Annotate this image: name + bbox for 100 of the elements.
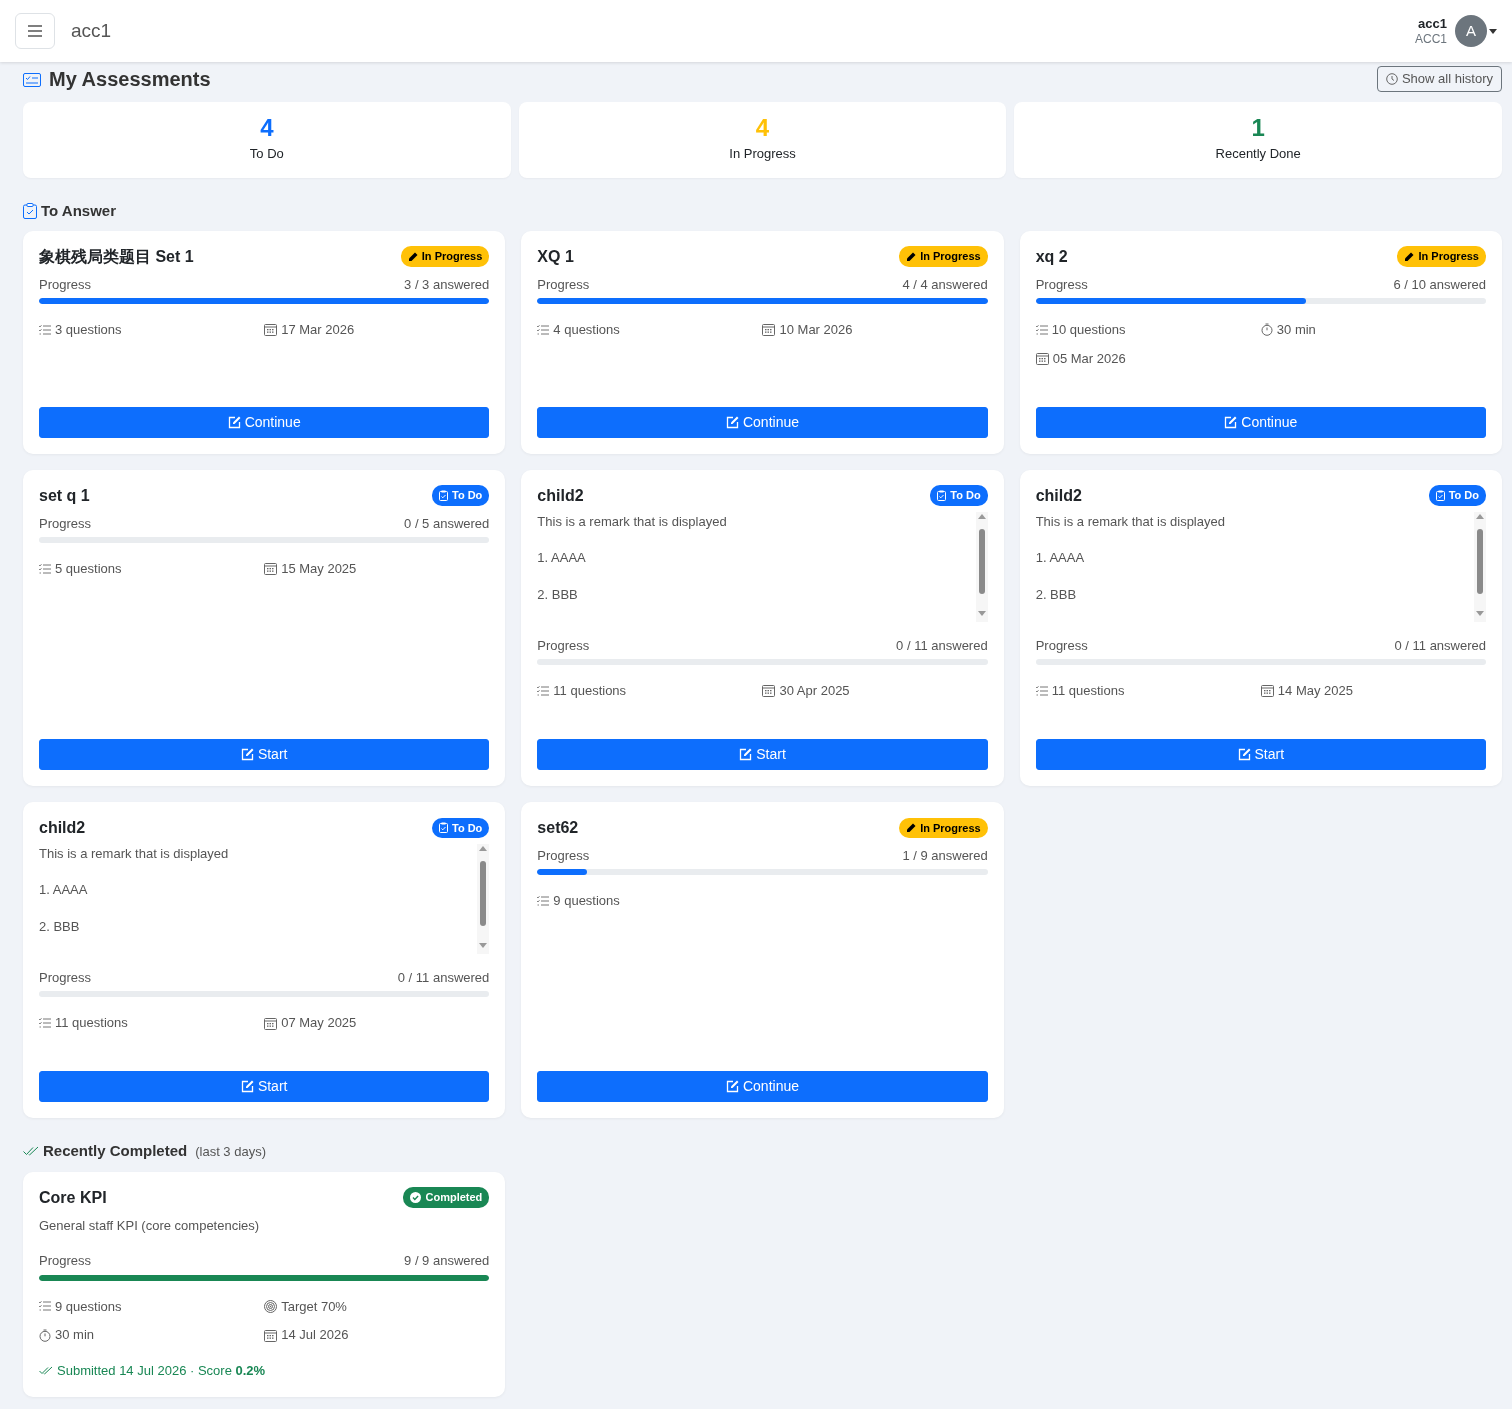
clipboard-icon <box>937 490 947 501</box>
double-check-icon <box>39 1366 53 1376</box>
answered-count: 0 / 5 answered <box>404 514 490 533</box>
card-title: child2 <box>1035 485 1082 506</box>
answered-count: 1 / 9 answered <box>902 846 988 865</box>
clipboard-icon <box>439 490 448 501</box>
pencil-icon <box>1404 251 1415 262</box>
scrollbar[interactable] <box>477 843 490 954</box>
meta-text: 3 questions <box>55 321 122 339</box>
meta-text: 9 questions <box>553 892 620 911</box>
calendar-icon <box>762 684 776 698</box>
list-icon <box>537 896 550 906</box>
stat-label: In Progress <box>729 145 796 164</box>
meta-text: 9 questions <box>55 1297 122 1316</box>
edit-icon <box>1237 747 1251 761</box>
answered-count: 6 / 10 answered <box>1393 275 1486 294</box>
section-title: To Answer <box>41 201 116 221</box>
meta-text: 05 Mar 2026 <box>1052 349 1126 368</box>
status-badge: In Progress <box>899 817 988 838</box>
stopwatch-icon <box>39 1328 51 1342</box>
remark-text: 1. AAAA <box>537 549 587 568</box>
answered-count: 0 / 11 answered <box>1394 636 1486 655</box>
scrollbar[interactable] <box>1474 511 1486 622</box>
action-button[interactable]: Continue <box>537 406 988 438</box>
card-title: child2 <box>537 485 584 506</box>
clipboard-icon <box>439 822 448 834</box>
meta-text: 11 questions <box>553 682 627 700</box>
calendar-icon <box>1035 352 1049 365</box>
answered-count: 9 / 9 answered <box>404 1252 490 1270</box>
status-badge: In Progress <box>899 246 988 267</box>
meta-text: 14 Jul 2026 <box>281 1326 349 1345</box>
submitted-text: Submitted 14 Jul 2026 · Score 0.2% <box>57 1362 266 1380</box>
meta-text: 11 questions <box>55 1014 128 1033</box>
action-button[interactable]: Continue <box>1035 406 1486 438</box>
action-button[interactable]: Continue <box>39 406 490 438</box>
stopwatch-icon <box>1260 323 1273 337</box>
status-badge: To Do <box>432 817 490 838</box>
meta-text: 10 questions <box>1051 321 1126 339</box>
action-button[interactable]: Start <box>39 1071 490 1102</box>
meta-text: 07 May 2025 <box>281 1014 357 1033</box>
section-title: Recently Completed <box>43 1141 188 1161</box>
list-icon <box>39 563 51 574</box>
answered-count: 0 / 11 answered <box>397 968 490 987</box>
status-badge: To Do <box>1428 485 1486 506</box>
status-badge: In Progress <box>1397 246 1486 267</box>
answered-count: 4 / 4 answered <box>902 275 988 294</box>
list-icon <box>39 324 51 335</box>
calendar-icon <box>264 1016 278 1030</box>
stat-label: Recently Done <box>1215 145 1301 164</box>
meta-text: 17 Mar 2026 <box>281 321 355 339</box>
edit-icon <box>725 1080 739 1093</box>
progress-label: Progress <box>1035 275 1088 294</box>
user-avatar[interactable]: A <box>1455 15 1487 47</box>
list-icon <box>537 324 550 335</box>
calendar-icon <box>264 323 278 337</box>
card-title: child2 <box>39 817 86 838</box>
caret-icon[interactable] <box>1489 28 1497 34</box>
progress-label: Progress <box>1035 636 1088 655</box>
pencil-icon <box>906 822 917 833</box>
brand-name: acc1 <box>71 18 112 43</box>
progress-label: Progress <box>537 636 590 655</box>
remark-text: This is a remark that is displayed <box>1035 512 1226 531</box>
menu-button[interactable] <box>15 13 55 49</box>
list-icon <box>1035 324 1048 335</box>
meta-text: Target 70% <box>281 1297 347 1316</box>
answered-count: 3 / 3 answered <box>404 275 490 294</box>
edit-icon <box>240 1080 254 1093</box>
section-note: (last 3 days) <box>195 1142 266 1161</box>
remark-text: 2. BBB <box>1035 585 1078 604</box>
meta-text: 15 May 2025 <box>281 560 357 578</box>
stat-label: To Do <box>249 145 284 164</box>
meta-text: 14 May 2025 <box>1277 682 1353 700</box>
card-description: General staff KPI (core competencies) <box>39 1216 261 1235</box>
status-badge: Completed <box>403 1187 490 1208</box>
meta-text: 30 Apr 2025 <box>779 682 850 700</box>
action-button[interactable]: Start <box>537 738 988 770</box>
card-title: set62 <box>537 817 579 838</box>
card-title: set q 1 <box>39 485 90 506</box>
stat-number: 4 <box>755 116 770 141</box>
remark-text: 1. AAAA <box>1035 549 1086 568</box>
calendar-icon <box>762 323 776 337</box>
stat-number: 4 <box>260 116 274 141</box>
list-icon <box>39 1018 51 1028</box>
scrollbar[interactable] <box>975 511 988 622</box>
check-circle-icon <box>410 1192 422 1203</box>
status-badge: To Do <box>432 485 490 506</box>
remark-text: This is a remark that is displayed <box>39 844 230 863</box>
card-title: xq 2 <box>1035 246 1068 267</box>
action-button[interactable]: Start <box>39 738 490 770</box>
meta-text: 30 min <box>1276 321 1316 339</box>
user-name: acc1 <box>1417 16 1447 32</box>
action-button[interactable]: Start <box>1035 738 1486 770</box>
history-button[interactable]: Show all history <box>1376 66 1502 92</box>
meta-text: 10 Mar 2026 <box>779 321 853 339</box>
menu-icon <box>28 25 42 37</box>
stat-number: 1 <box>1251 116 1265 141</box>
action-button[interactable]: Continue <box>537 1071 988 1102</box>
meta-text: 4 questions <box>553 321 620 339</box>
card-title: 象棋残局类题目 Set 1 <box>39 246 194 267</box>
pencil-icon <box>407 251 418 262</box>
